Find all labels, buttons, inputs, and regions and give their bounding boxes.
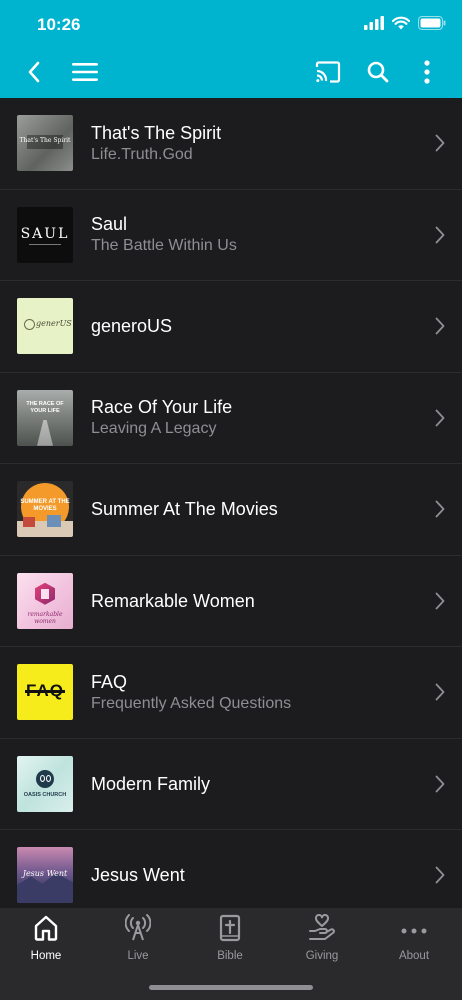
series-title: Race Of Your Life bbox=[91, 397, 233, 418]
back-button[interactable] bbox=[18, 50, 50, 98]
status-icons bbox=[364, 16, 446, 35]
series-row-generous[interactable]: generUS generoUS bbox=[0, 281, 462, 373]
thumbnail-text: SAUL bbox=[20, 225, 70, 242]
status-time: 10:26 bbox=[37, 15, 81, 34]
series-row-faq[interactable]: FAQ FAQ Frequently Asked Questions bbox=[0, 647, 462, 739]
series-row-remarkable-women[interactable]: remarkable women Remarkable Women bbox=[0, 556, 462, 647]
menu-button[interactable] bbox=[68, 50, 102, 98]
series-thumbnail: generUS bbox=[17, 298, 73, 355]
thumbnail-text: OASIS CHURCH bbox=[23, 791, 67, 798]
hamburger-menu-icon bbox=[72, 62, 98, 86]
series-thumbnail: THE RACE OF YOUR LIFE bbox=[17, 389, 73, 446]
series-thumbnail: Jesus Went bbox=[17, 847, 73, 904]
series-thumbnail: That's The Spirit bbox=[17, 115, 73, 172]
bible-icon bbox=[219, 914, 241, 947]
thumbnail-text: SUMMER AT THE MOVIES bbox=[20, 499, 70, 513]
series-row-thats-the-spirit[interactable]: That's The Spirit That's The Spirit Life… bbox=[0, 98, 462, 190]
tab-live[interactable]: Live bbox=[92, 908, 184, 978]
series-row-race-of-your-life[interactable]: THE RACE OF YOUR LIFE Race Of Your Life … bbox=[0, 373, 462, 464]
thumbnail-text: generUS bbox=[36, 319, 72, 329]
tab-bible[interactable]: Bible bbox=[184, 908, 276, 978]
series-thumbnail: SAUL bbox=[17, 206, 73, 263]
battery-icon bbox=[418, 16, 446, 35]
series-subtitle: Leaving A Legacy bbox=[91, 420, 217, 438]
chevron-right-icon bbox=[435, 226, 445, 249]
series-list: That's The Spirit That's The Spirit Life… bbox=[0, 98, 462, 908]
tab-giving[interactable]: Giving bbox=[276, 908, 368, 978]
series-row-summer-at-the-movies[interactable]: SUMMER AT THE MOVIES Summer At The Movie… bbox=[0, 464, 462, 556]
series-subtitle: The Battle Within Us bbox=[91, 237, 237, 255]
thumbnail-text: THE RACE OF YOUR LIFE bbox=[26, 400, 64, 414]
chevron-right-icon bbox=[435, 500, 445, 523]
chevron-right-icon bbox=[435, 866, 445, 889]
giving-hand-icon bbox=[308, 913, 336, 947]
series-title: Remarkable Women bbox=[91, 590, 255, 611]
chevron-right-icon bbox=[435, 134, 445, 157]
series-title: Saul bbox=[91, 214, 128, 235]
more-button[interactable] bbox=[412, 50, 442, 98]
series-row-saul[interactable]: SAUL Saul The Battle Within Us bbox=[0, 190, 462, 281]
chevron-right-icon bbox=[435, 775, 445, 798]
tab-label: About bbox=[398, 950, 430, 962]
chevron-left-icon bbox=[27, 61, 41, 88]
thumbnail-text: Jesus Went bbox=[22, 869, 68, 879]
wifi-icon bbox=[391, 16, 411, 35]
tab-label: Bible bbox=[217, 950, 243, 962]
chevron-right-icon bbox=[435, 683, 445, 706]
chevron-right-icon bbox=[435, 317, 445, 340]
chevron-right-icon bbox=[435, 409, 445, 432]
tab-label: Home bbox=[30, 950, 62, 962]
nav-bar bbox=[0, 50, 462, 98]
series-subtitle: Frequently Asked Questions bbox=[91, 694, 292, 712]
home-icon bbox=[34, 915, 58, 946]
cast-icon bbox=[315, 60, 341, 88]
series-title: Summer At The Movies bbox=[91, 499, 278, 520]
tab-about[interactable]: About bbox=[368, 908, 460, 978]
more-vertical-icon bbox=[424, 59, 430, 89]
tab-home[interactable]: Home bbox=[0, 908, 92, 978]
series-title: FAQ bbox=[91, 671, 128, 692]
signal-icon bbox=[364, 16, 384, 35]
app-header: 10:26 bbox=[0, 0, 462, 98]
series-row-modern-family[interactable]: OASIS CHURCH Modern Family bbox=[0, 739, 462, 830]
thumbnail-text: remarkable women bbox=[27, 610, 63, 625]
broadcast-icon bbox=[124, 913, 152, 947]
chevron-right-icon bbox=[435, 592, 445, 615]
home-indicator bbox=[149, 985, 313, 990]
tab-label: Live bbox=[127, 950, 149, 962]
series-thumbnail: remarkable women bbox=[17, 572, 73, 629]
series-subtitle: Life.Truth.God bbox=[91, 145, 193, 163]
tab-label: Giving bbox=[305, 950, 339, 962]
series-title: generoUS bbox=[91, 316, 173, 337]
cast-button[interactable] bbox=[310, 50, 346, 98]
series-row-jesus-went[interactable]: Jesus Went Jesus Went bbox=[0, 830, 462, 908]
series-title: Modern Family bbox=[91, 773, 211, 794]
search-button[interactable] bbox=[360, 50, 396, 98]
thumbnail-text: That's The Spirit bbox=[19, 137, 71, 145]
series-thumbnail: SUMMER AT THE MOVIES bbox=[17, 481, 73, 538]
more-horizontal-icon bbox=[401, 921, 427, 939]
status-bar: 10:26 bbox=[0, 0, 462, 50]
series-title: That's The Spirit bbox=[91, 122, 222, 143]
series-title: Jesus Went bbox=[91, 865, 185, 886]
search-icon bbox=[367, 61, 389, 88]
series-thumbnail: OASIS CHURCH bbox=[17, 755, 73, 812]
series-thumbnail: FAQ bbox=[17, 664, 73, 721]
